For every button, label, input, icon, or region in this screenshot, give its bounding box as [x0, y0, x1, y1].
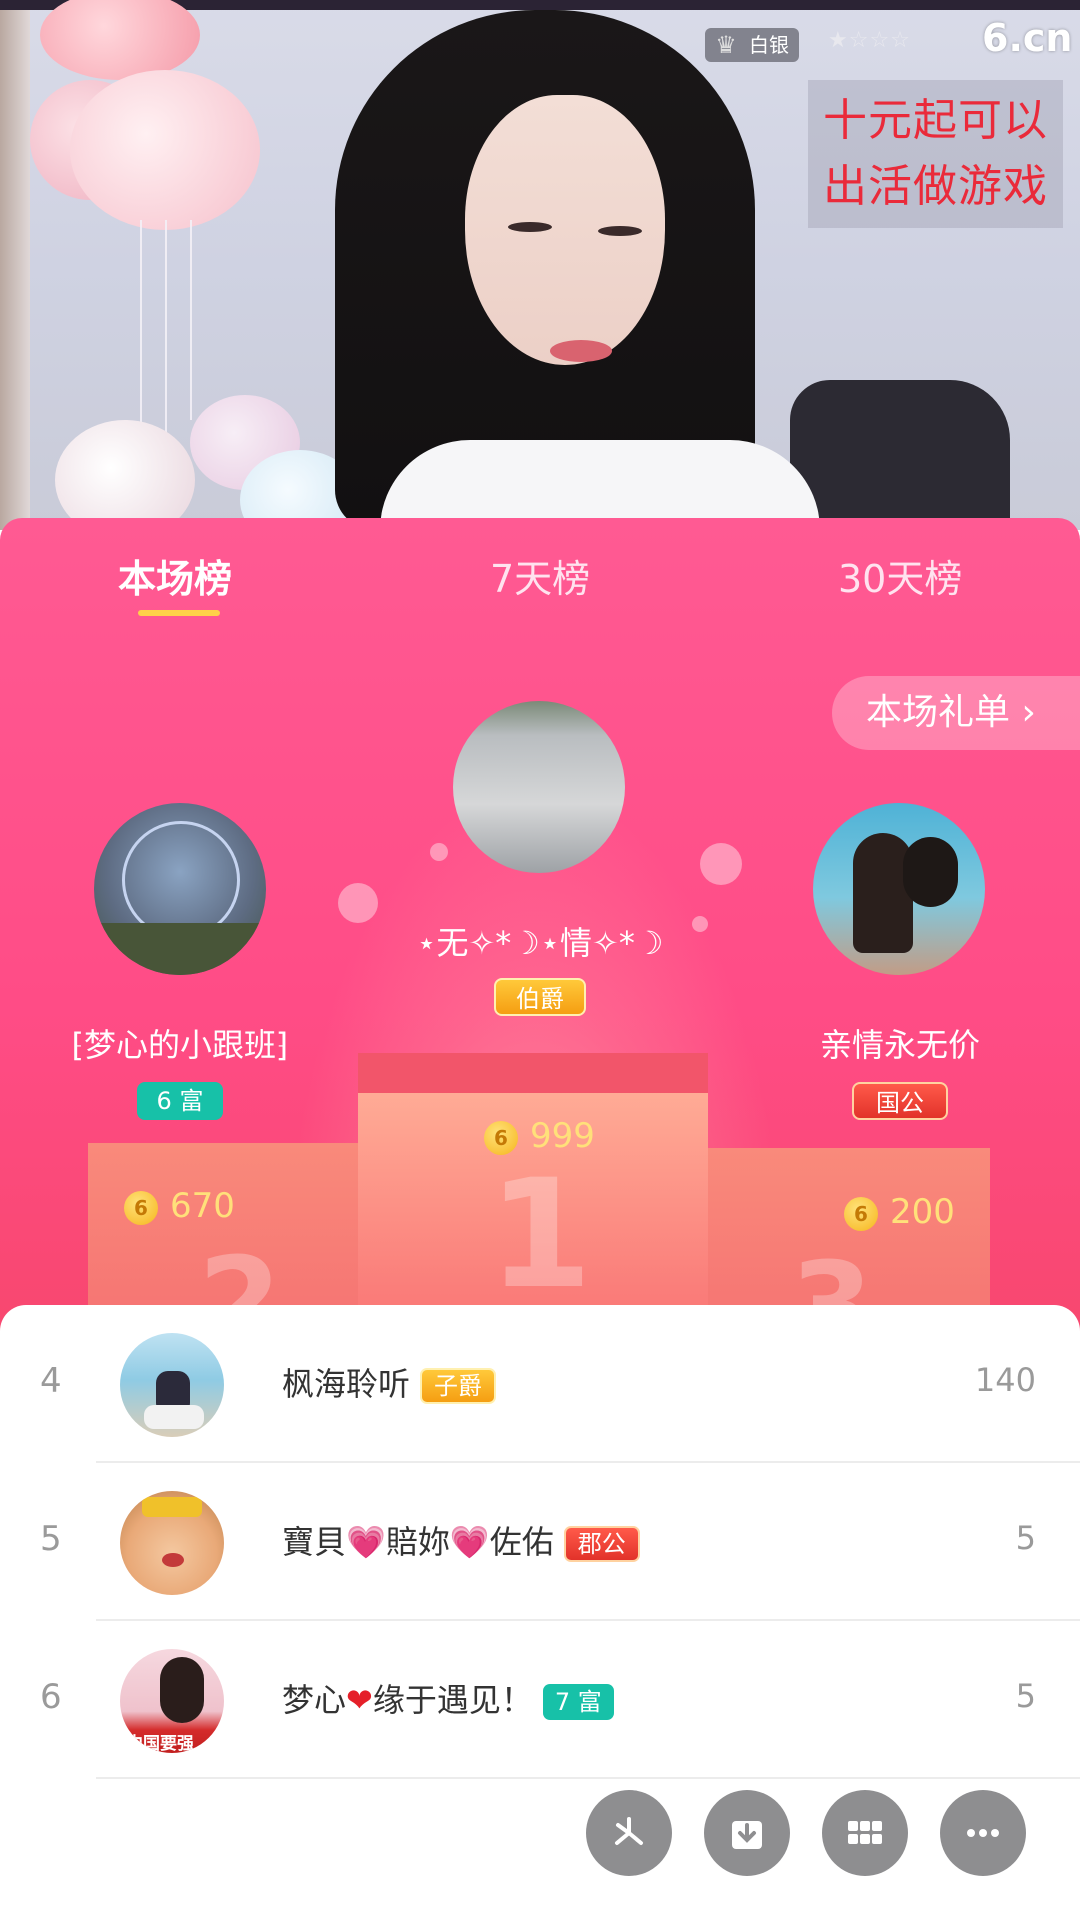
download-button[interactable] — [704, 1790, 790, 1876]
user-name-text: 賠妳 — [385, 1523, 450, 1561]
rank-number: 6 — [40, 1677, 62, 1717]
avatar[interactable] — [120, 1333, 224, 1437]
rank-stars: ★☆☆☆ — [828, 28, 911, 53]
title-badge: 郡公 — [563, 1526, 640, 1562]
download-icon — [732, 1821, 762, 1849]
share-button[interactable] — [586, 1790, 672, 1876]
gift-list-button[interactable]: 本场礼单 › — [832, 676, 1080, 750]
podium-number: 1 — [488, 1148, 593, 1322]
balloon-string — [165, 220, 167, 440]
tab-30-days[interactable]: 30天榜 — [838, 548, 962, 603]
list-item[interactable]: 4 枫海聆听 子爵 140 — [0, 1305, 1080, 1463]
more-icon — [967, 1829, 999, 1837]
contribution-value: 5 — [1015, 1519, 1036, 1557]
heart-icon: 💗 — [449, 1523, 490, 1561]
avatar[interactable]: 中国要强 — [120, 1649, 224, 1753]
user-name[interactable]: 寶貝💗賠妳💗佐佑 郡公 — [282, 1517, 640, 1563]
eye — [508, 222, 552, 232]
balloon-string — [140, 220, 142, 450]
coin-icon: 6 — [844, 1196, 878, 1231]
tab-indicator — [138, 610, 220, 616]
coin-icon: 6 — [124, 1190, 158, 1225]
contribution-value: 140 — [974, 1361, 1036, 1399]
anchor-rank-badge: ♛ 白银 — [705, 28, 799, 62]
second-place-score: 6 670 — [124, 1186, 235, 1226]
podium-first-top — [358, 1053, 708, 1093]
more-button[interactable] — [940, 1790, 1026, 1876]
rank-number: 4 — [40, 1361, 62, 1401]
score-value: 200 — [890, 1192, 955, 1232]
tab-this-session[interactable]: 本场榜 — [118, 548, 232, 603]
sparkle — [430, 843, 448, 861]
promo-line: 十元起可以 — [823, 95, 1048, 146]
ranking-list: 4 枫海聆听 子爵 140 5 寶貝💗賠妳💗佐佑 郡公 5 6 中国要强 梦心❤缘于… — [0, 1305, 1080, 1920]
shield-icon: ♛ — [715, 31, 737, 59]
user-name-text: 梦心 — [282, 1681, 347, 1719]
third-place-name[interactable]: 亲情永无价 — [760, 1020, 1040, 1066]
avatar-second[interactable] — [94, 803, 266, 975]
balloon — [70, 70, 260, 230]
balloon — [55, 420, 195, 530]
contribution-value: 5 — [1015, 1677, 1036, 1715]
avatar-third[interactable] — [813, 803, 985, 975]
user-name-text: 佐佑 — [489, 1523, 554, 1561]
rank-number: 5 — [40, 1519, 62, 1559]
streamer-shirt — [380, 440, 820, 530]
avatar[interactable] — [120, 1491, 224, 1595]
title-badge: 国公 — [852, 1082, 948, 1120]
balloon — [40, 0, 200, 80]
background-wall — [0, 10, 30, 530]
grid-menu-button[interactable] — [822, 1790, 908, 1876]
grid-icon — [848, 1821, 882, 1844]
user-name[interactable]: 梦心❤缘于遇见！ 7 富 — [282, 1675, 614, 1721]
first-place-name[interactable]: ⋆无✧*☽⋆情✧*☽ — [340, 918, 740, 964]
ranking-tabs: 本场榜 7天榜 30天榜 — [0, 518, 1080, 628]
list-item[interactable]: 6 中国要强 梦心❤缘于遇见！ 7 富 5 — [0, 1621, 1080, 1779]
coin-icon: 6 — [484, 1120, 518, 1155]
avatar-caption: 中国要强 — [126, 1734, 194, 1753]
wealth-badge: 6 富 — [137, 1082, 223, 1120]
score-value: 999 — [530, 1116, 595, 1156]
user-name-text: 枫海聆听 — [282, 1365, 411, 1403]
promo-overlay: 十元起可以 出活做游戏 — [808, 80, 1063, 228]
heart-icon: 💗 — [346, 1523, 386, 1561]
chair — [790, 380, 1010, 530]
third-place-score: 6 200 — [844, 1192, 955, 1232]
user-name-text: 缘于遇见！ — [372, 1681, 533, 1719]
list-item[interactable]: 5 寶貝💗賠妳💗佐佑 郡公 5 — [0, 1463, 1080, 1621]
second-place-name[interactable]: ⁅梦心的小跟班⁆ — [40, 1020, 320, 1066]
score-value: 670 — [170, 1186, 235, 1226]
avatar-first[interactable] — [453, 701, 625, 873]
screen: ♛ 白银 ★☆☆☆ 6.cn 十元起可以 出活做游戏 本场榜 7天榜 30天榜 … — [0, 0, 1080, 1920]
promo-line: 出活做游戏 — [823, 161, 1048, 212]
tab-7-days[interactable]: 7天榜 — [490, 548, 590, 603]
lips — [550, 340, 612, 362]
live-video[interactable]: ♛ 白银 ★☆☆☆ 6.cn 十元起可以 出活做游戏 — [0, 0, 1080, 530]
rank-label: 白银 — [749, 33, 789, 57]
title-badge: 子爵 — [420, 1368, 497, 1404]
wealth-badge: 7 富 — [542, 1684, 614, 1720]
divider — [96, 1777, 1080, 1779]
user-name[interactable]: 枫海聆听 子爵 — [282, 1359, 497, 1405]
first-place-score: 6 999 — [484, 1116, 595, 1156]
sparkle — [700, 843, 742, 885]
user-name-text: 寶貝 — [282, 1523, 347, 1561]
sparkle — [338, 883, 378, 923]
balloon-string — [190, 220, 192, 420]
site-logo: 6.cn — [982, 16, 1073, 60]
heart-icon: ❤ — [346, 1681, 373, 1719]
share-icon — [615, 1817, 643, 1845]
title-badge: 伯爵 — [494, 978, 586, 1016]
eye — [598, 226, 642, 236]
